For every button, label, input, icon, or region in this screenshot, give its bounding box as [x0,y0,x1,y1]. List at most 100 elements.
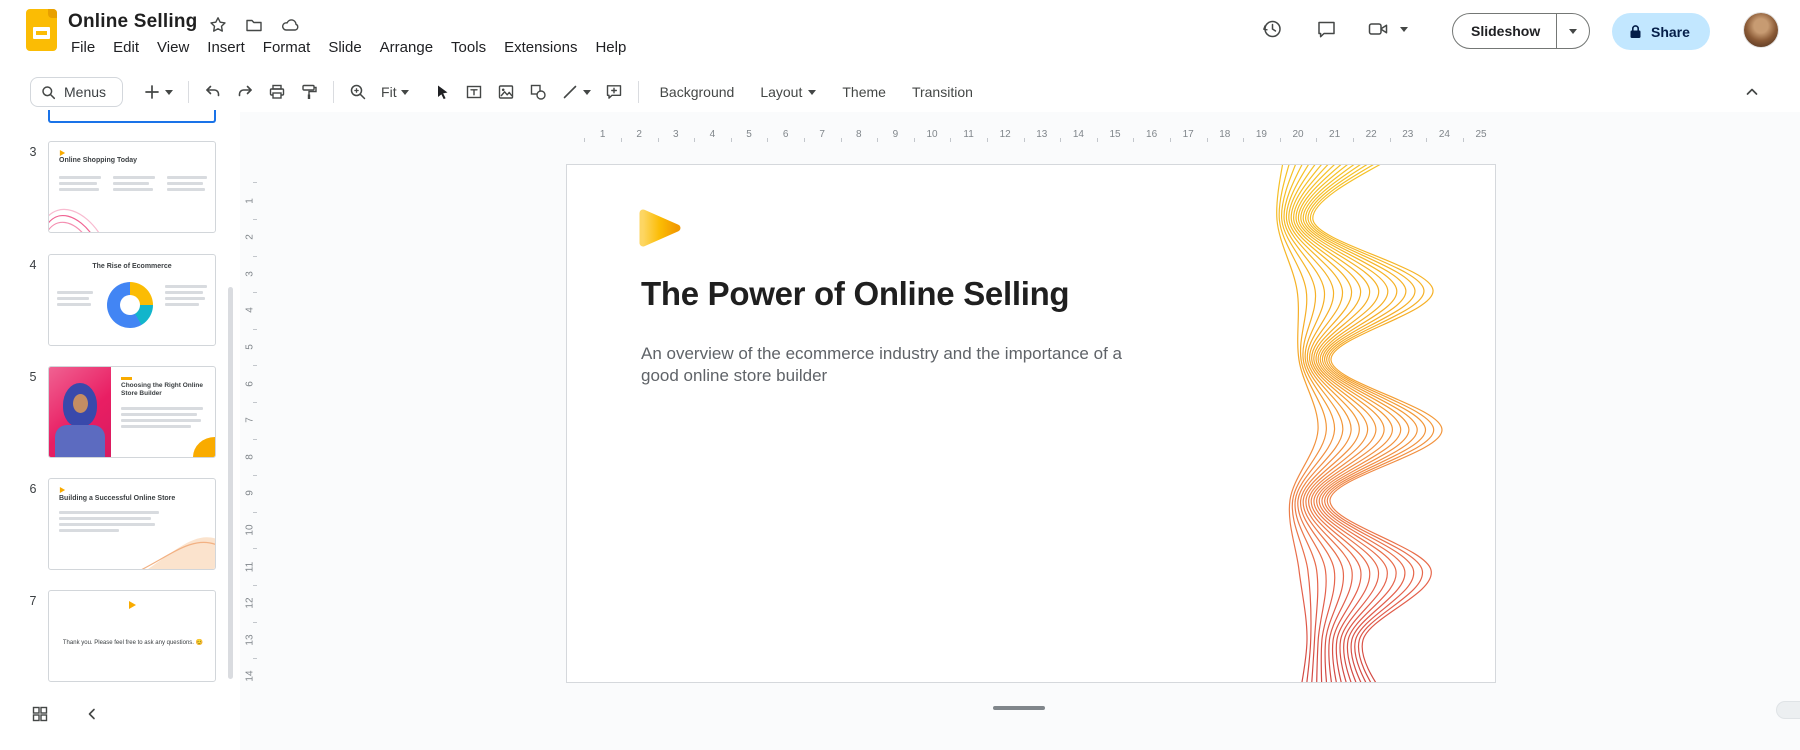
slide-title-textbox[interactable]: The Power of Online Selling [641,275,1070,313]
thumb-title: Online Shopping Today [59,157,138,164]
slide-thumbnail-3[interactable]: Online Shopping Today [48,141,216,233]
mini-play-logo-icon [129,601,136,609]
share-label: Share [1651,23,1690,40]
slide-thumbnail-selected-partial[interactable] [48,110,216,123]
collapse-filmstrip-button[interactable] [80,700,104,728]
meet-camera-icon[interactable] [1364,15,1392,43]
mini-photo [49,367,111,457]
new-slide-button[interactable] [137,77,179,107]
background-button[interactable]: Background [648,77,747,107]
plus-icon [145,85,159,99]
slide-thumbnail-4[interactable]: The Rise of Ecommerce [48,254,216,346]
slide-number: 4 [29,258,37,272]
menu-slide[interactable]: Slide [319,36,370,59]
logo-fold [48,9,57,18]
slide-number: 5 [29,370,37,384]
mini-donut-chart [107,282,153,328]
transition-button[interactable]: Transition [900,77,985,107]
lock-icon [1630,24,1641,38]
toolbar-divider [637,81,639,103]
menu-edit[interactable]: Edit [104,36,148,59]
new-slide-caret-icon [165,89,174,95]
menu-help[interactable]: Help [586,36,635,59]
thumb-title: Thank you. Please feel free to ask any q… [62,640,204,646]
mini-orange-corner [193,437,215,457]
search-icon [42,85,56,99]
toolbar-divider [188,81,190,103]
menu-tools[interactable]: Tools [442,36,495,59]
slideshow-options-caret-icon[interactable] [1557,14,1589,48]
star-icon[interactable] [208,15,228,35]
toolbar: Menus Fit Background Layout Theme Transi… [0,72,1800,112]
grid-view-icon [32,706,48,722]
slide-number: 3 [29,145,37,159]
slideshow-label: Slideshow [1471,23,1541,39]
paint-format-button[interactable] [294,77,324,107]
zoom-fit-select[interactable]: Fit [375,77,415,107]
theme-button[interactable]: Theme [830,77,898,107]
undo-button[interactable] [198,77,228,107]
toolbar-divider [333,81,335,103]
insert-image-button[interactable] [491,77,521,107]
hide-menus-button[interactable] [1738,78,1766,106]
slide-number: 6 [29,482,37,496]
cloud-saved-icon[interactable] [280,15,300,35]
menu-format[interactable]: Format [254,36,320,59]
move-folder-icon[interactable] [244,15,264,35]
background-label: Background [659,84,735,100]
transition-label: Transition [911,84,973,100]
peach-wave-decoration [141,537,215,569]
print-button[interactable] [262,77,292,107]
zoom-button[interactable] [343,77,373,107]
menu-file[interactable]: File [62,36,104,59]
horizontal-scrollbar-thumb[interactable] [993,706,1045,710]
line-icon [563,85,576,99]
theme-label: Theme [842,84,886,100]
layout-label: Layout [760,84,803,100]
menu-arrange[interactable]: Arrange [371,36,442,59]
slide-thumbnail-6[interactable]: Building a Successful Online Store [48,478,216,570]
account-avatar[interactable] [1744,13,1778,47]
slide-thumbnail-5[interactable]: Choosing the Right Online Store Builder [48,366,216,458]
menu-insert[interactable]: Insert [198,36,254,59]
insert-comment-button[interactable] [599,77,629,107]
layout-caret-icon [808,89,817,95]
menu-view[interactable]: View [148,36,198,59]
text-box-tool-button[interactable] [459,77,489,107]
zoom-value: Fit [381,84,397,100]
slide-thumbnail-7[interactable]: Thank you. Please feel free to ask any q… [48,590,216,682]
slides-app-logo[interactable] [26,9,57,51]
thumb-title: Building a Successful Online Store [59,495,176,502]
google-slides-window: Online Selling File Edit View Insert For… [0,0,1800,750]
zoom-caret-icon [400,89,409,95]
meet-dropdown-caret-icon[interactable] [1396,15,1412,43]
side-panel-toggle[interactable] [1776,701,1800,719]
logo-page [33,27,50,39]
filmstrip-scrollbar-thumb[interactable] [228,287,233,679]
slideshow-button[interactable]: Slideshow [1452,13,1591,49]
chevron-up-icon [1746,88,1758,95]
thumb-title: The Rise of Ecommerce [92,263,172,270]
slide-subtitle-textbox[interactable]: An overview of the ecommerce industry an… [641,343,1157,388]
insert-shape-button[interactable] [523,77,553,107]
comments-icon[interactable] [1312,15,1340,43]
menus-label: Menus [64,84,107,100]
mini-play-logo-icon [59,487,66,493]
line-caret-icon [582,89,591,95]
document-title[interactable]: Online Selling [68,11,197,33]
chevron-left-icon [88,708,95,720]
menu-extensions[interactable]: Extensions [495,36,586,59]
thumb-title: Choosing the Right Online Store Builder [121,382,203,398]
layout-button[interactable]: Layout [748,77,828,107]
version-history-icon[interactable] [1258,15,1286,43]
grid-view-button[interactable] [26,700,54,728]
menu-bar: File Edit View Insert Format Slide Arran… [62,36,635,59]
share-button[interactable]: Share [1612,13,1710,50]
menus-search-button[interactable]: Menus [30,77,124,107]
redo-button[interactable] [230,77,260,107]
select-tool-button[interactable] [427,77,457,107]
brand-play-logo-icon[interactable] [637,207,683,249]
slide-editing-canvas[interactable]: The Power of Online Selling An overview … [566,164,1496,683]
insert-line-button[interactable] [555,77,597,107]
mini-play-logo-icon [59,150,66,156]
